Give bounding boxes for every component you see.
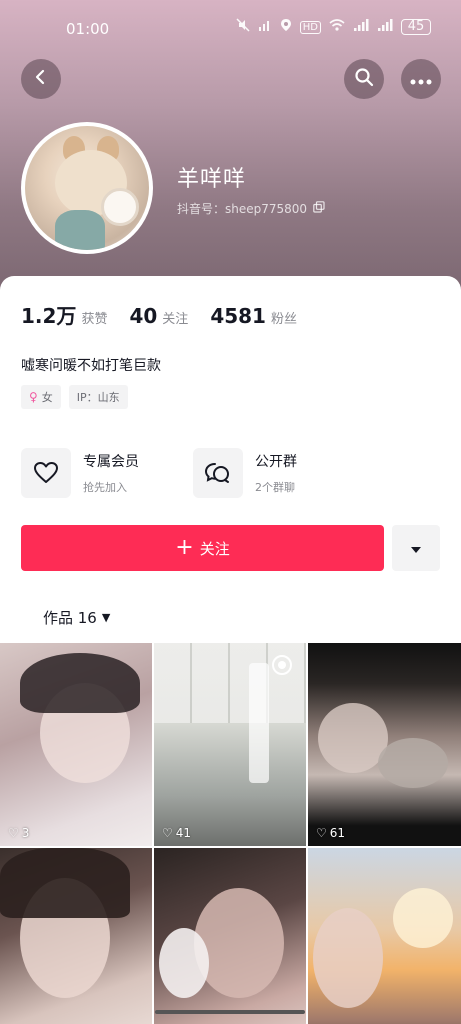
video-tile[interactable]: ♡ 41	[154, 643, 306, 846]
thumbnail-cat	[378, 738, 448, 788]
follow-button[interactable]: + 关注	[21, 525, 384, 571]
gender-tag: ♀ 女	[21, 385, 61, 409]
follow-label: 关注	[199, 539, 230, 558]
group-subtitle: 2个群聊	[255, 481, 295, 494]
ip-tag: IP：山东	[68, 385, 128, 409]
recommend-dropdown-button[interactable]	[392, 525, 440, 571]
ip-label: IP：山东	[76, 391, 120, 404]
heart-icon	[21, 448, 71, 498]
stat-followers-label: 粉丝	[270, 312, 297, 327]
bio: 嘘寒问暖不如打笔巨款	[21, 358, 161, 374]
stat-following-value: 40	[129, 304, 158, 328]
mute-icon	[236, 18, 250, 36]
like-count-value: 61	[329, 826, 346, 840]
stat-likes-label: 获赞	[81, 312, 108, 327]
like-count: ♡ 61	[316, 826, 345, 840]
stat-following[interactable]: 40 关注	[129, 304, 188, 328]
more-button[interactable]	[401, 59, 441, 99]
member-entry[interactable]: 专属会员 抢先加入	[21, 448, 139, 498]
douyin-id: 抖音号：sheep775800	[177, 200, 325, 217]
like-count-value: 41	[175, 826, 192, 840]
battery-indicator: 45	[401, 19, 431, 35]
signal-icon	[258, 18, 272, 36]
search-icon	[354, 67, 374, 91]
works-grid: ♡ 3 ♡ 41 ♡ 61	[0, 643, 461, 1024]
status-bar: 01:00 HD 45	[0, 14, 461, 44]
member-title: 专属会员	[83, 454, 139, 470]
wifi-icon	[329, 18, 345, 36]
like-count-value: 3	[21, 826, 30, 840]
like-count: ♡ 3	[8, 826, 29, 840]
thumbnail-iv-bag	[249, 663, 269, 783]
home-indicator	[155, 1010, 305, 1014]
group-entry[interactable]: 公开群 2个群聊	[193, 448, 297, 498]
plus-icon: +	[175, 535, 194, 560]
stat-followers[interactable]: 4581 粉丝	[210, 304, 297, 328]
member-subtitle: 抢先加入	[83, 481, 127, 494]
gender-label: 女	[41, 391, 53, 404]
live-photo-icon	[272, 655, 292, 675]
douyin-id-text: 抖音号：sheep775800	[177, 202, 308, 216]
thumbnail-subject	[313, 908, 383, 1008]
location-icon	[280, 18, 292, 36]
status-icons: HD 45	[236, 18, 431, 36]
caret-down-icon	[410, 539, 422, 558]
status-time: 01:00	[66, 20, 110, 38]
search-button[interactable]	[344, 59, 384, 99]
tab-works-label: 作品 16	[43, 609, 97, 627]
stats-row: 1.2万 获赞 40 关注 4581 粉丝	[21, 300, 319, 329]
chevron-left-icon	[32, 68, 50, 90]
cellular-icon	[377, 18, 393, 36]
stat-likes-value: 1.2万	[21, 304, 77, 328]
caret-down-icon: ▼	[101, 611, 111, 624]
video-tile[interactable]: ♡ 61	[308, 643, 461, 846]
heart-outline-icon: ♡	[316, 826, 327, 840]
cellular-icon	[353, 18, 369, 36]
thumbnail-paw	[159, 928, 209, 998]
avatar[interactable]	[21, 122, 153, 254]
video-tile[interactable]: ♡ 3	[0, 643, 152, 846]
more-dots-icon	[410, 70, 432, 89]
thumbnail-hair	[0, 848, 130, 918]
profile-tags: ♀ 女 IP：山东	[21, 385, 128, 409]
stat-likes[interactable]: 1.2万 获赞	[21, 300, 107, 329]
video-tile[interactable]	[308, 848, 461, 1024]
tab-works[interactable]: 作品 16 ▼	[43, 607, 110, 628]
hd-icon: HD	[299, 20, 321, 34]
thumbnail-sun	[393, 888, 453, 948]
group-title: 公开群	[255, 454, 297, 470]
heart-outline-icon: ♡	[8, 826, 19, 840]
thumbnail-subject	[194, 888, 284, 998]
female-icon: ♀	[29, 390, 38, 404]
like-count: ♡ 41	[162, 826, 191, 840]
video-tile[interactable]	[0, 848, 152, 1024]
back-button[interactable]	[21, 59, 61, 99]
video-tile[interactable]	[154, 848, 306, 1024]
chat-group-icon	[193, 448, 243, 498]
username: 羊咩咩	[177, 167, 247, 192]
thumbnail-hair	[20, 653, 140, 713]
avatar-image	[25, 126, 149, 250]
stat-followers-value: 4581	[210, 304, 266, 328]
heart-outline-icon: ♡	[162, 826, 173, 840]
stat-following-label: 关注	[162, 312, 189, 327]
copy-icon[interactable]	[313, 201, 325, 216]
